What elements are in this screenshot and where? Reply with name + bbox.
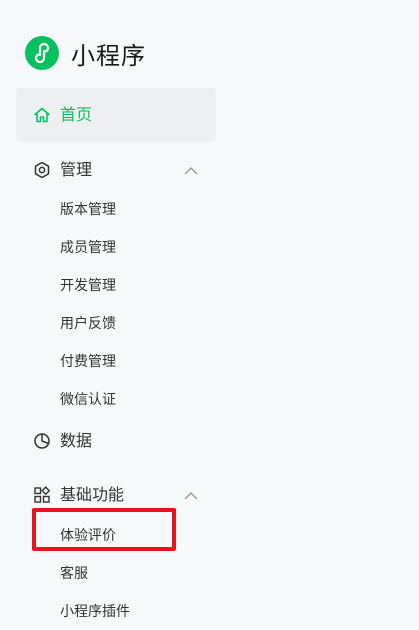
chevron-up-icon[interactable] [184, 163, 198, 177]
sidebar-subitem-customer-service[interactable]: 客服 [60, 564, 88, 584]
sidebar-subitem-version-management[interactable]: 版本管理 [60, 200, 116, 220]
miniprogram-logo-icon [25, 36, 59, 70]
sidebar-subitem-payment-management[interactable]: 付费管理 [60, 352, 116, 372]
home-icon [33, 106, 51, 124]
sidebar-subitem-member-management[interactable]: 成员管理 [60, 238, 116, 258]
highlight-annotation-box [32, 508, 176, 551]
sidebar-section-label: 数据 [60, 431, 93, 450]
sidebar-subitem-miniprogram-plugins[interactable]: 小程序插件 [60, 602, 130, 622]
sidebar-section-label: 管理 [60, 160, 93, 179]
pie-chart-icon [33, 432, 51, 450]
sidebar-subitem-wechat-verification[interactable]: 微信认证 [60, 390, 116, 410]
sidebar-section-data[interactable]: 数据 [16, 426, 216, 456]
sidebar-subitem-user-feedback[interactable]: 用户反馈 [60, 314, 116, 334]
sidebar-section-label: 基础功能 [60, 485, 125, 504]
sidebar-subitem-development-management[interactable]: 开发管理 [60, 276, 116, 296]
grid-apps-icon [33, 486, 51, 504]
app-header: 小程序 [25, 36, 146, 70]
hexagon-settings-icon [33, 161, 51, 179]
app-title: 小程序 [71, 41, 146, 70]
sidebar-item-label: 首页 [60, 105, 93, 124]
sidebar-item-home[interactable]: 首页 [16, 88, 216, 142]
sidebar: 小程序 首页 管理 版本管理 成员管理 开发管理 用户反馈 付费管理 微信认证 [0, 0, 419, 630]
chevron-up-icon[interactable] [184, 488, 198, 502]
sidebar-section-manage[interactable]: 管理 [16, 155, 216, 185]
sidebar-section-basic-features[interactable]: 基础功能 [16, 480, 216, 510]
